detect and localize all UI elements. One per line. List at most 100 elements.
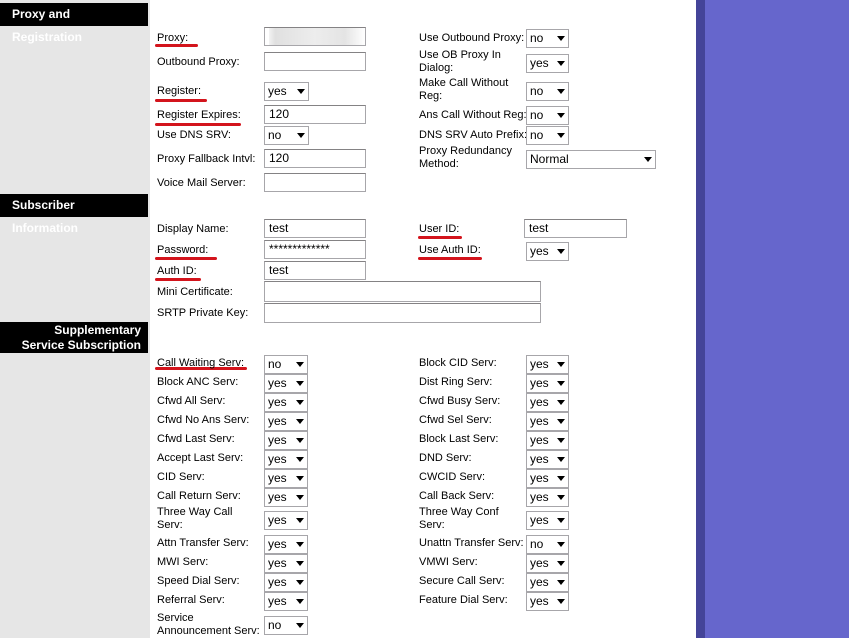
auth-id-input[interactable]: test <box>264 261 366 280</box>
block-anc-serv-select[interactable]: yes <box>264 374 308 393</box>
chevron-down-icon <box>557 476 565 481</box>
block-anc-serv-select-value: yes <box>268 376 287 390</box>
chevron-down-icon <box>557 113 565 118</box>
chevron-down-icon <box>557 457 565 462</box>
password-input[interactable]: ************* <box>264 240 366 259</box>
chevron-down-icon <box>296 438 304 443</box>
chevron-down-icon <box>296 580 304 585</box>
proxy-underline <box>155 44 198 47</box>
three-way-conf-serv-select-value: yes <box>530 513 549 527</box>
dnd-serv-select[interactable]: yes <box>526 450 569 469</box>
block-last-serv-select[interactable]: yes <box>526 431 569 450</box>
accept-last-serv-select-value: yes <box>268 452 287 466</box>
feature-dial-serv-select[interactable]: yes <box>526 592 569 611</box>
cfwd-busy-serv-select-value: yes <box>530 395 549 409</box>
cfwd-busy-serv-select[interactable]: yes <box>526 393 569 412</box>
block-cid-serv-label: Block CID Serv: <box>419 357 497 369</box>
section-header-proxy-registration: Proxy and Registration <box>0 3 148 44</box>
call-waiting-serv-select[interactable]: no <box>264 355 308 374</box>
register-expires-label: Register Expires: <box>157 109 241 121</box>
speed-dial-serv-select[interactable]: yes <box>264 573 308 592</box>
cfwd-all-serv-select[interactable]: yes <box>264 393 308 412</box>
cfwd-last-serv-select[interactable]: yes <box>264 431 308 450</box>
display-name-input[interactable]: test <box>264 219 366 238</box>
user-id-input[interactable]: test <box>524 219 627 238</box>
mini-certificate-input[interactable] <box>264 281 541 302</box>
cfwd-busy-serv-label: Cfwd Busy Serv: <box>419 395 501 407</box>
chevron-down-icon <box>557 580 565 585</box>
cfwd-sel-serv-select-value: yes <box>530 414 549 428</box>
speed-dial-serv-select-value: yes <box>268 575 287 589</box>
block-cid-serv-select[interactable]: yes <box>526 355 569 374</box>
dns-srv-auto-prefix-select[interactable]: no <box>526 126 569 145</box>
three-way-conf-serv-label: Three Way Conf Serv: <box>419 506 499 531</box>
unattn-transfer-serv-select[interactable]: no <box>526 535 569 554</box>
register-expires-input[interactable]: 120 <box>264 105 366 124</box>
chevron-down-icon <box>557 133 565 138</box>
use-outbound-proxy-select[interactable]: no <box>526 29 569 48</box>
three-way-call-serv-select[interactable]: yes <box>264 511 308 530</box>
cfwd-last-serv-label: Cfwd Last Serv: <box>157 433 235 445</box>
section-header-subscriber-information: Subscriber Information <box>0 194 148 235</box>
dist-ring-serv-select-value: yes <box>530 376 549 390</box>
use-ob-proxy-in-dialog-select-value: yes <box>530 56 549 70</box>
referral-serv-select-value: yes <box>268 594 287 608</box>
proxy-redundancy-method-select[interactable]: Normal <box>526 150 656 169</box>
mwi-serv-select-value: yes <box>268 556 287 570</box>
feature-dial-serv-select-value: yes <box>530 594 549 608</box>
block-cid-serv-select-value: yes <box>530 357 549 371</box>
outbound-proxy-input[interactable] <box>264 52 366 71</box>
three-way-call-serv-label: Three Way Call Serv: <box>157 506 233 531</box>
cfwd-no-ans-serv-select[interactable]: yes <box>264 412 308 431</box>
mwi-serv-select[interactable]: yes <box>264 554 308 573</box>
use-auth-id-select-value: yes <box>530 244 549 258</box>
dist-ring-serv-select[interactable]: yes <box>526 374 569 393</box>
proxy-redundancy-method-label: Proxy Redundancy Method: <box>419 145 512 170</box>
use-dns-srv-select[interactable]: no <box>264 126 309 145</box>
section-header-supplementary-service: Supplementary Service Subscription <box>0 322 148 353</box>
three-way-conf-serv-select[interactable]: yes <box>526 511 569 530</box>
chevron-down-icon <box>557 249 565 254</box>
dns-srv-auto-prefix-select-value: no <box>530 128 544 142</box>
chevron-down-icon <box>297 89 305 94</box>
attn-transfer-serv-select[interactable]: yes <box>264 535 308 554</box>
service-announcement-serv-label: Service Announcement Serv: <box>157 612 260 637</box>
user-id-underline <box>418 236 462 239</box>
call-return-serv-select[interactable]: yes <box>264 488 308 507</box>
chevron-down-icon <box>557 36 565 41</box>
cfwd-all-serv-select-value: yes <box>268 395 287 409</box>
accept-last-serv-select[interactable]: yes <box>264 450 308 469</box>
call-back-serv-select[interactable]: yes <box>526 488 569 507</box>
cfwd-sel-serv-label: Cfwd Sel Serv: <box>419 414 492 426</box>
block-last-serv-select-value: yes <box>530 433 549 447</box>
unattn-transfer-serv-select-value: no <box>530 537 544 551</box>
use-auth-id-select[interactable]: yes <box>526 242 569 261</box>
call-return-serv-label: Call Return Serv: <box>157 490 241 502</box>
cid-serv-select[interactable]: yes <box>264 469 308 488</box>
voice-mail-server-input[interactable] <box>264 173 366 192</box>
make-call-without-reg-select[interactable]: no <box>526 82 569 101</box>
referral-serv-select[interactable]: yes <box>264 592 308 611</box>
chevron-down-icon <box>296 542 304 547</box>
register-label: Register: <box>157 85 202 97</box>
vmwi-serv-select[interactable]: yes <box>526 554 569 573</box>
cfwd-sel-serv-select[interactable]: yes <box>526 412 569 431</box>
outbound-proxy-label: Outbound Proxy: <box>157 56 240 68</box>
service-announcement-serv-select-value: no <box>268 618 282 632</box>
cfwd-all-serv-label: Cfwd All Serv: <box>157 395 226 407</box>
referral-serv-label: Referral Serv: <box>157 594 225 606</box>
srtp-private-key-label: SRTP Private Key: <box>157 307 249 319</box>
ans-call-without-reg-select[interactable]: no <box>526 106 569 125</box>
proxy-input[interactable] <box>264 27 366 46</box>
proxy-fallback-intvl-input[interactable]: 120 <box>264 149 366 168</box>
use-ob-proxy-in-dialog-select[interactable]: yes <box>526 54 569 73</box>
cwcid-serv-select[interactable]: yes <box>526 469 569 488</box>
service-announcement-serv-select[interactable]: no <box>264 616 308 635</box>
secure-call-serv-select[interactable]: yes <box>526 573 569 592</box>
proxy-fallback-intvl-label: Proxy Fallback Intvl: <box>157 153 256 165</box>
chevron-down-icon <box>644 157 652 162</box>
chevron-down-icon <box>557 89 565 94</box>
dnd-serv-select-value: yes <box>530 452 549 466</box>
register-select[interactable]: yes <box>264 82 309 101</box>
srtp-private-key-input[interactable] <box>264 303 541 323</box>
